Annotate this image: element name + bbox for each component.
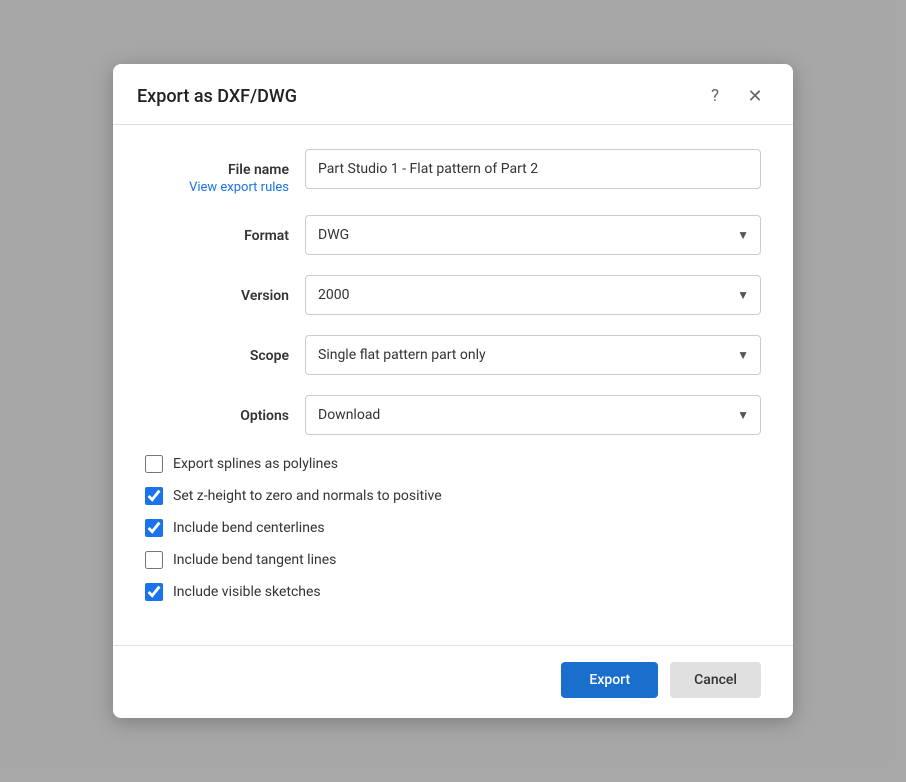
options-row: Options Download Save to workspace ▼ [145, 395, 761, 435]
version-control: R12 R14 2000 2004 2007 2010 2013 2018 ▼ [305, 275, 761, 315]
format-label: Format [244, 228, 289, 244]
format-select-wrapper: DXF DWG ▼ [305, 215, 761, 255]
set-z-height-label[interactable]: Set z-height to zero and normals to posi… [173, 488, 442, 504]
help-button[interactable]: ? [701, 82, 729, 110]
set-z-height-checkbox[interactable] [145, 487, 163, 505]
format-row: Format DXF DWG ▼ [145, 215, 761, 255]
export-splines-checkbox[interactable] [145, 455, 163, 473]
checkboxes-section: Export splines as polylines Set z-height… [145, 455, 761, 601]
checkbox-row-set-z-height: Set z-height to zero and normals to posi… [145, 487, 761, 505]
include-bend-tangent-checkbox[interactable] [145, 551, 163, 569]
file-name-row: File name View export rules [145, 149, 761, 195]
scope-select-wrapper: Single flat pattern part only All parts … [305, 335, 761, 375]
format-label-area: Format [145, 215, 305, 244]
scope-label: Scope [250, 348, 289, 364]
scope-label-area: Scope [145, 335, 305, 364]
include-visible-sketches-label[interactable]: Include visible sketches [173, 584, 321, 600]
version-select-wrapper: R12 R14 2000 2004 2007 2010 2013 2018 ▼ [305, 275, 761, 315]
options-label-area: Options [145, 395, 305, 424]
checkbox-row-bend-tangent: Include bend tangent lines [145, 551, 761, 569]
checkbox-row-export-splines: Export splines as polylines [145, 455, 761, 473]
scope-row: Scope Single flat pattern part only All … [145, 335, 761, 375]
version-select[interactable]: R12 R14 2000 2004 2007 2010 2013 2018 [305, 275, 761, 315]
dialog: Export as DXF/DWG ? ✕ File name View exp… [113, 64, 793, 718]
checkbox-row-bend-centerlines: Include bend centerlines [145, 519, 761, 537]
file-name-label: File name [228, 162, 289, 178]
file-name-label-area: File name View export rules [145, 149, 305, 195]
cancel-button[interactable]: Cancel [670, 662, 761, 698]
options-select[interactable]: Download Save to workspace [305, 395, 761, 435]
dialog-overlay: Export as DXF/DWG ? ✕ File name View exp… [0, 0, 906, 782]
options-select-wrapper: Download Save to workspace ▼ [305, 395, 761, 435]
include-bend-centerlines-checkbox[interactable] [145, 519, 163, 537]
dialog-title: Export as DXF/DWG [137, 86, 297, 107]
scope-control: Single flat pattern part only All parts … [305, 335, 761, 375]
dialog-header-icons: ? ✕ [701, 82, 769, 110]
export-button[interactable]: Export [561, 662, 658, 698]
include-visible-sketches-checkbox[interactable] [145, 583, 163, 601]
format-control: DXF DWG ▼ [305, 215, 761, 255]
version-label: Version [241, 288, 289, 304]
file-name-input[interactable] [305, 149, 761, 189]
close-icon: ✕ [747, 86, 762, 107]
include-bend-centerlines-label[interactable]: Include bend centerlines [173, 520, 325, 536]
dialog-body: File name View export rules Format DXF D… [113, 125, 793, 645]
options-label: Options [240, 408, 289, 424]
version-row: Version R12 R14 2000 2004 2007 2010 2013… [145, 275, 761, 315]
view-export-rules-link[interactable]: View export rules [145, 180, 289, 195]
dialog-footer: Export Cancel [113, 645, 793, 718]
include-bend-tangent-label[interactable]: Include bend tangent lines [173, 552, 336, 568]
checkbox-row-visible-sketches: Include visible sketches [145, 583, 761, 601]
version-label-area: Version [145, 275, 305, 304]
file-name-control [305, 149, 761, 189]
help-icon: ? [711, 86, 719, 106]
format-select[interactable]: DXF DWG [305, 215, 761, 255]
close-button[interactable]: ✕ [741, 82, 769, 110]
options-control: Download Save to workspace ▼ [305, 395, 761, 435]
export-splines-label[interactable]: Export splines as polylines [173, 456, 338, 472]
scope-select[interactable]: Single flat pattern part only All parts … [305, 335, 761, 375]
dialog-header: Export as DXF/DWG ? ✕ [113, 64, 793, 125]
